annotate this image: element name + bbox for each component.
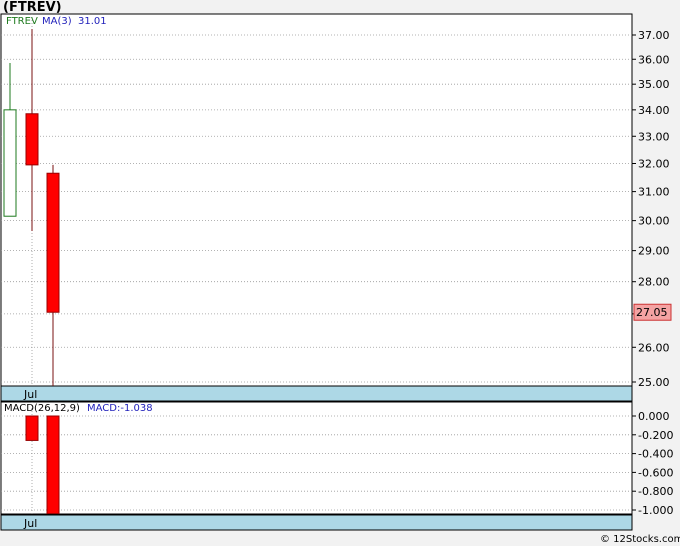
legend-ma-label: MA(3) bbox=[42, 16, 72, 27]
price-x-label: Jul bbox=[23, 388, 37, 401]
price-panel bbox=[0, 13, 633, 387]
candle-body bbox=[46, 172, 60, 313]
copyright: © 12Stocks.com bbox=[600, 534, 680, 545]
legend-symbol: FTREV bbox=[6, 16, 38, 27]
price-tick-label: 28.00 bbox=[638, 276, 670, 289]
price-tick-label: 34.00 bbox=[638, 104, 670, 117]
candle-body bbox=[3, 109, 17, 217]
macd-panel bbox=[0, 401, 633, 515]
macd-bar bbox=[25, 415, 39, 441]
macd-tick-label: -0.200 bbox=[638, 429, 673, 442]
macd-tick-label: -0.400 bbox=[638, 448, 673, 461]
macd-tick-label: -0.800 bbox=[638, 485, 673, 498]
price-tick-label: 36.00 bbox=[638, 53, 670, 66]
macd-bar bbox=[46, 415, 60, 515]
price-tick-label: 26.00 bbox=[638, 341, 670, 354]
price-tick-label: 29.00 bbox=[638, 245, 670, 258]
price-tick-label: 25.00 bbox=[638, 376, 670, 389]
price-tick-label: 33.00 bbox=[638, 130, 670, 143]
macd-tick-label: -1.000 bbox=[638, 504, 673, 517]
last-price-tag: 27.05 bbox=[633, 303, 672, 321]
price-tick-label: 30.00 bbox=[638, 215, 670, 228]
macd-legend-label: MACD(26,12,9) bbox=[4, 403, 80, 414]
macd-x-label: Jul bbox=[23, 517, 37, 530]
macd-tick-label: 0.000 bbox=[638, 410, 670, 423]
price-tick-label: 35.00 bbox=[638, 78, 670, 91]
macd-date-axis bbox=[0, 514, 633, 531]
macd-tick-label: -0.600 bbox=[638, 466, 673, 479]
legend-ma-value: 31.01 bbox=[78, 16, 107, 27]
last-price-value: 27.05 bbox=[636, 306, 668, 319]
price-date-axis bbox=[0, 385, 633, 402]
candle-body bbox=[25, 113, 39, 166]
price-tick-label: 31.00 bbox=[638, 186, 670, 199]
price-tick-label: 32.00 bbox=[638, 158, 670, 171]
chart-title: (FTREV) bbox=[3, 0, 62, 15]
price-tick-label: 37.00 bbox=[638, 29, 670, 42]
macd-legend-value: MACD:-1.038 bbox=[87, 403, 153, 414]
stock-chart: 37.00 36.00 35.00 34.00 33.00 32.00 31.00 30.00… bbox=[0, 0, 680, 546]
